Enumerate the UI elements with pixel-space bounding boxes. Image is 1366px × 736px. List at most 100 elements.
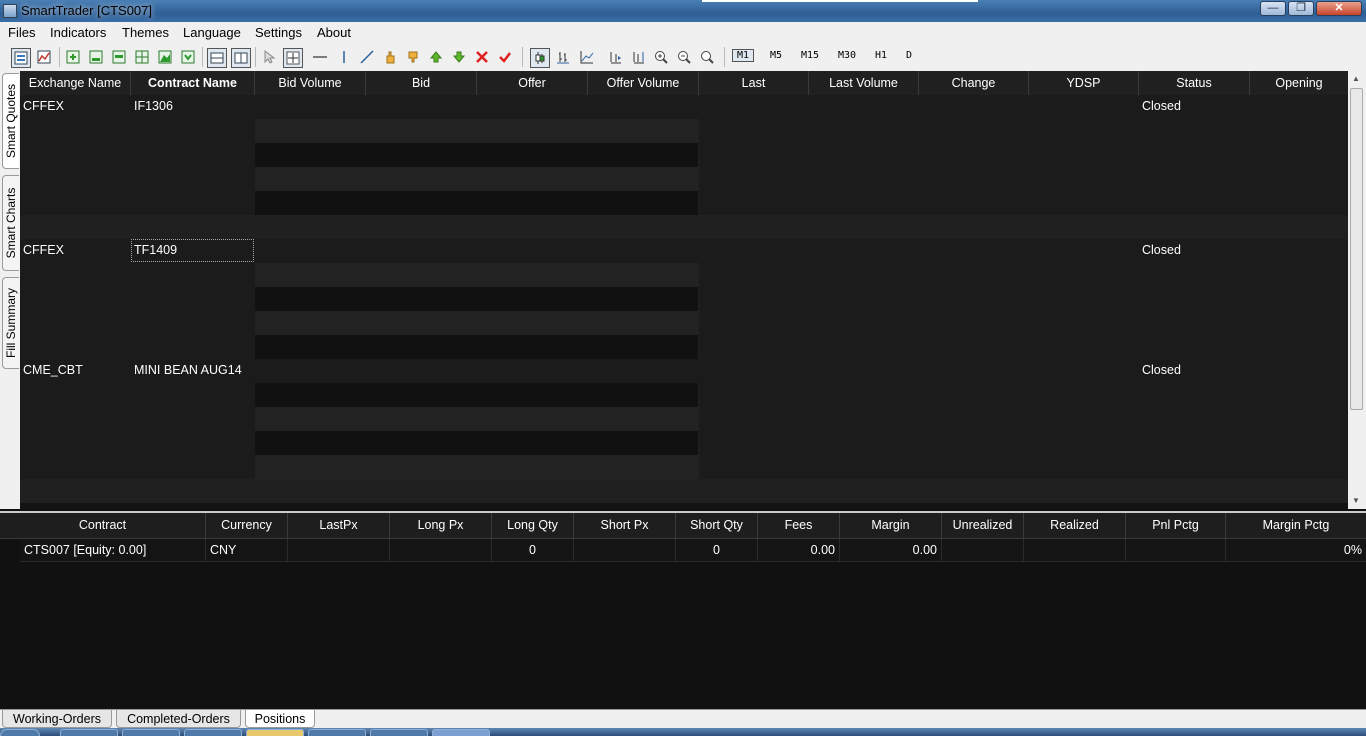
hand-up-icon[interactable] [381,48,399,66]
chart-icon[interactable] [35,48,53,66]
line-chart-icon[interactable] [578,48,596,66]
chart-save-icon[interactable] [179,48,197,66]
arrow-down-icon[interactable] [450,48,468,66]
tab-smart-quotes[interactable]: Smart Quotes [2,73,19,169]
add-chart-icon[interactable] [64,48,82,66]
arrow-up-icon[interactable] [427,48,445,66]
menu-files[interactable]: Files [8,25,35,40]
menu-themes[interactable]: Themes [122,25,169,40]
chart-grid-icon[interactable] [133,48,151,66]
exchange-cell: CME_CBT [23,363,83,377]
taskbar-item[interactable] [308,729,366,736]
col-margin[interactable]: Margin [840,513,942,538]
menu-about[interactable]: About [317,25,351,40]
col-short-qty[interactable]: Short Qty [676,513,758,538]
col-contract[interactable]: Contract [0,513,206,538]
taskbar-item[interactable] [60,729,118,736]
timeframe-m1[interactable]: M1 [732,49,755,62]
menu-language[interactable]: Language [183,25,241,40]
tab-working-orders[interactable]: Working-Orders [2,710,112,728]
scroll-up-icon[interactable]: ▲ [1352,74,1360,83]
zoom-reset-icon[interactable] [698,48,716,66]
menu-indicators[interactable]: Indicators [50,25,106,40]
col-contract-name[interactable]: Contract Name [131,71,255,95]
col-margin-pctg[interactable]: Margin Pctg [1226,513,1366,538]
vertical-line-icon[interactable] [335,48,353,66]
taskbar-item[interactable] [246,729,304,736]
position-long-qty: 0 [492,539,574,561]
col-realized[interactable]: Realized [1024,513,1126,538]
delete-icon[interactable] [473,48,491,66]
col-offer[interactable]: Offer [477,71,588,95]
position-row[interactable]: CTS007 [Equity: 0.00] CNY 0 0 0.00 0.00 … [20,539,1366,562]
depth-level [255,383,699,407]
col-bid-volume[interactable]: Bid Volume [255,71,366,95]
check-icon[interactable] [496,48,514,66]
depth-level [255,335,699,359]
col-bid[interactable]: Bid [366,71,477,95]
col-short-px[interactable]: Short Px [574,513,676,538]
col-long-qty[interactable]: Long Qty [492,513,574,538]
timeframe-d[interactable]: D [906,50,912,61]
layout-icon[interactable] [11,48,31,68]
taskbar-item[interactable] [370,729,428,736]
scroll-thumb[interactable] [1350,88,1363,410]
auto-scroll-icon[interactable] [606,48,624,66]
tab-positions[interactable]: Positions [245,710,315,728]
maximize-button[interactable]: ❐ [1288,1,1314,16]
taskbar-item[interactable] [122,729,180,736]
col-last-volume[interactable]: Last Volume [809,71,919,95]
positions-table: Contract Currency LastPx Long Px Long Qt… [0,511,1366,709]
col-currency[interactable]: Currency [206,513,288,538]
side-tab-bar: Smart Quotes Smart Charts Fill Summary [0,71,20,509]
exchange-cell: CFFEX [23,99,64,113]
zoom-in-icon[interactable] [652,48,670,66]
chart-window-icon[interactable] [110,48,128,66]
tab-completed-orders[interactable]: Completed-Orders [116,710,241,728]
col-ydsp[interactable]: YDSP [1029,71,1139,95]
chart-template-icon[interactable] [87,48,105,66]
minimize-button[interactable]: — [1260,1,1286,16]
trend-line-icon[interactable] [358,48,376,66]
col-opening[interactable]: Opening [1250,71,1348,95]
col-last-px[interactable]: LastPx [288,513,390,538]
pointer-icon[interactable] [260,48,278,66]
candle-icon[interactable] [530,48,550,68]
col-last[interactable]: Last [699,71,809,95]
chart-area-icon[interactable] [156,48,174,66]
start-button[interactable] [0,729,40,736]
tile-horizontal-icon[interactable] [207,48,227,68]
depth-level [255,431,699,455]
tab-smart-charts[interactable]: Smart Charts [2,175,19,271]
quotes-scrollbar[interactable]: ▲ ▼ [1348,71,1366,509]
col-unrealized[interactable]: Unrealized [942,513,1024,538]
horizontal-line-icon[interactable] [311,48,329,66]
col-fees[interactable]: Fees [758,513,840,538]
os-taskbar [0,728,1366,736]
taskbar-item[interactable] [184,729,242,736]
depth-level [255,167,699,191]
scroll-down-icon[interactable]: ▼ [1352,496,1360,505]
bar-chart-icon[interactable] [554,48,572,66]
zoom-out-icon[interactable] [675,48,693,66]
timeframe-m5[interactable]: M5 [770,50,782,61]
timeframe-m15[interactable]: M15 [801,50,819,61]
col-status[interactable]: Status [1139,71,1250,95]
close-button[interactable]: ✕ [1316,1,1362,16]
crosshair-icon[interactable] [283,48,303,68]
tab-fill-summary[interactable]: Fill Summary [2,277,19,369]
chart-shift-icon[interactable] [629,48,647,66]
col-offer-volume[interactable]: Offer Volume [588,71,699,95]
position-margin-pctg: 0% [1343,543,1362,557]
timeframe-m30[interactable]: M30 [838,50,856,61]
menu-settings[interactable]: Settings [255,25,302,40]
tile-vertical-icon[interactable] [231,48,251,68]
col-change[interactable]: Change [919,71,1029,95]
timeframe-h1[interactable]: H1 [875,50,887,61]
taskbar-item[interactable] [432,729,490,736]
hand-down-icon[interactable] [404,48,422,66]
col-pnl-pctg[interactable]: Pnl Pctg [1126,513,1226,538]
col-long-px[interactable]: Long Px [390,513,492,538]
position-currency: CNY [206,539,288,561]
col-exchange-name[interactable]: Exchange Name [20,71,131,95]
